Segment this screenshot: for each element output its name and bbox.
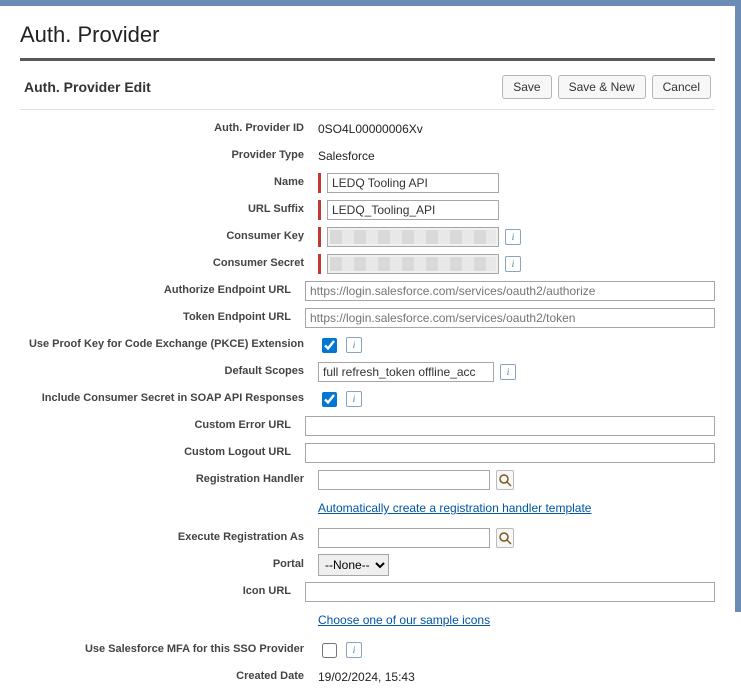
pkce-checkbox[interactable] bbox=[322, 338, 337, 353]
row-name: Name bbox=[20, 170, 715, 196]
url-suffix-input[interactable] bbox=[327, 200, 499, 220]
label-name: Name bbox=[20, 176, 318, 189]
label-provider-type: Provider Type bbox=[20, 149, 318, 162]
consumer-secret-input[interactable] bbox=[327, 254, 499, 274]
lookup-icon[interactable] bbox=[496, 528, 514, 548]
label-auth-provider-id: Auth. Provider ID bbox=[20, 122, 318, 135]
row-custom-error-url: Custom Error URL bbox=[20, 413, 715, 439]
page-header: Auth. Provider bbox=[0, 6, 735, 58]
info-icon[interactable]: i bbox=[346, 391, 362, 407]
svg-text:i: i bbox=[353, 645, 356, 655]
row-created-date: Created Date 19/02/2024, 15:43 bbox=[20, 664, 715, 690]
svg-text:i: i bbox=[353, 394, 356, 404]
save-button[interactable]: Save bbox=[502, 75, 551, 99]
create-reg-handler-link[interactable]: Automatically create a registration hand… bbox=[318, 501, 591, 515]
form-body: Auth. Provider ID 0SO4L00000006Xv Provid… bbox=[20, 110, 715, 690]
svg-text:i: i bbox=[353, 340, 356, 350]
svg-text:i: i bbox=[512, 232, 515, 242]
required-indicator bbox=[318, 227, 321, 247]
row-icon-url: Icon URL bbox=[20, 579, 715, 605]
label-consumer-secret: Consumer Secret bbox=[20, 257, 318, 270]
label-custom-error-url: Custom Error URL bbox=[20, 419, 305, 432]
custom-error-url-input[interactable] bbox=[305, 416, 715, 436]
exec-reg-as-input[interactable] bbox=[318, 528, 490, 548]
info-icon[interactable]: i bbox=[346, 337, 362, 353]
label-url-suffix: URL Suffix bbox=[20, 203, 318, 216]
required-indicator bbox=[318, 200, 321, 220]
label-default-scopes: Default Scopes bbox=[20, 365, 318, 378]
row-registration-handler: Registration Handler bbox=[20, 467, 715, 493]
section-header: Auth. Provider Edit Save Save & New Canc… bbox=[20, 61, 715, 110]
button-group: Save Save & New Cancel bbox=[502, 75, 711, 99]
svg-text:i: i bbox=[512, 259, 515, 269]
info-icon[interactable]: i bbox=[505, 229, 521, 245]
row-url-suffix: URL Suffix bbox=[20, 197, 715, 223]
row-default-scopes: Default Scopes i bbox=[20, 359, 715, 385]
name-input[interactable] bbox=[327, 173, 499, 193]
label-created-date: Created Date bbox=[20, 670, 318, 683]
row-portal: Portal --None-- bbox=[20, 552, 715, 578]
row-execute-registration-as: Execute Registration As bbox=[20, 525, 715, 551]
row-custom-logout-url: Custom Logout URL bbox=[20, 440, 715, 466]
page-title: Auth. Provider bbox=[20, 22, 159, 47]
label-registration-handler: Registration Handler bbox=[20, 473, 318, 486]
sample-icons-link[interactable]: Choose one of our sample icons bbox=[318, 613, 490, 627]
row-use-mfa: Use Salesforce MFA for this SSO Provider… bbox=[20, 637, 715, 663]
label-use-mfa: Use Salesforce MFA for this SSO Provider bbox=[20, 643, 318, 656]
save-and-new-button[interactable]: Save & New bbox=[558, 75, 646, 99]
row-provider-type: Provider Type Salesforce bbox=[20, 143, 715, 169]
required-indicator bbox=[318, 173, 321, 193]
row-include-secret: Include Consumer Secret in SOAP API Resp… bbox=[20, 386, 715, 412]
label-custom-logout-url: Custom Logout URL bbox=[20, 446, 305, 459]
cancel-button[interactable]: Cancel bbox=[652, 75, 711, 99]
svg-text:i: i bbox=[507, 367, 510, 377]
registration-handler-input[interactable] bbox=[318, 470, 490, 490]
use-mfa-checkbox[interactable] bbox=[322, 643, 337, 658]
row-token-endpoint-url: Token Endpoint URL bbox=[20, 305, 715, 331]
custom-logout-url-input[interactable] bbox=[305, 443, 715, 463]
label-portal: Portal bbox=[20, 558, 318, 571]
default-scopes-input[interactable] bbox=[318, 362, 494, 382]
row-icon-url-link: Choose one of our sample icons bbox=[20, 607, 715, 633]
icon-url-input[interactable] bbox=[305, 582, 715, 602]
required-indicator bbox=[318, 254, 321, 274]
value-created-date: 19/02/2024, 15:43 bbox=[318, 670, 415, 684]
row-authorize-endpoint-url: Authorize Endpoint URL bbox=[20, 278, 715, 304]
info-icon[interactable]: i bbox=[346, 642, 362, 658]
value-auth-provider-id: 0SO4L00000006Xv bbox=[318, 122, 423, 136]
portal-select[interactable]: --None-- bbox=[318, 554, 389, 576]
lookup-icon[interactable] bbox=[496, 470, 514, 490]
include-secret-checkbox[interactable] bbox=[322, 392, 337, 407]
value-provider-type: Salesforce bbox=[318, 149, 375, 163]
label-icon-url: Icon URL bbox=[20, 585, 305, 598]
row-consumer-key: Consumer Key i bbox=[20, 224, 715, 250]
edit-panel: Auth. Provider Edit Save Save & New Canc… bbox=[20, 61, 715, 690]
row-pkce: Use Proof Key for Code Exchange (PKCE) E… bbox=[20, 332, 715, 358]
info-icon[interactable]: i bbox=[505, 256, 521, 272]
consumer-key-input[interactable] bbox=[327, 227, 499, 247]
label-exec-reg-as: Execute Registration As bbox=[20, 531, 318, 544]
row-consumer-secret: Consumer Secret i bbox=[20, 251, 715, 277]
label-authorize-url: Authorize Endpoint URL bbox=[20, 284, 305, 297]
section-title: Auth. Provider Edit bbox=[24, 79, 151, 95]
label-include-secret: Include Consumer Secret in SOAP API Resp… bbox=[20, 392, 318, 405]
label-consumer-key: Consumer Key bbox=[20, 230, 318, 243]
authorize-url-input[interactable] bbox=[305, 281, 715, 301]
token-url-input[interactable] bbox=[305, 308, 715, 328]
row-auth-provider-id: Auth. Provider ID 0SO4L00000006Xv bbox=[20, 116, 715, 142]
label-token-url: Token Endpoint URL bbox=[20, 311, 305, 324]
row-registration-handler-link: Automatically create a registration hand… bbox=[20, 495, 715, 521]
label-pkce: Use Proof Key for Code Exchange (PKCE) E… bbox=[20, 338, 318, 351]
info-icon[interactable]: i bbox=[500, 364, 516, 380]
